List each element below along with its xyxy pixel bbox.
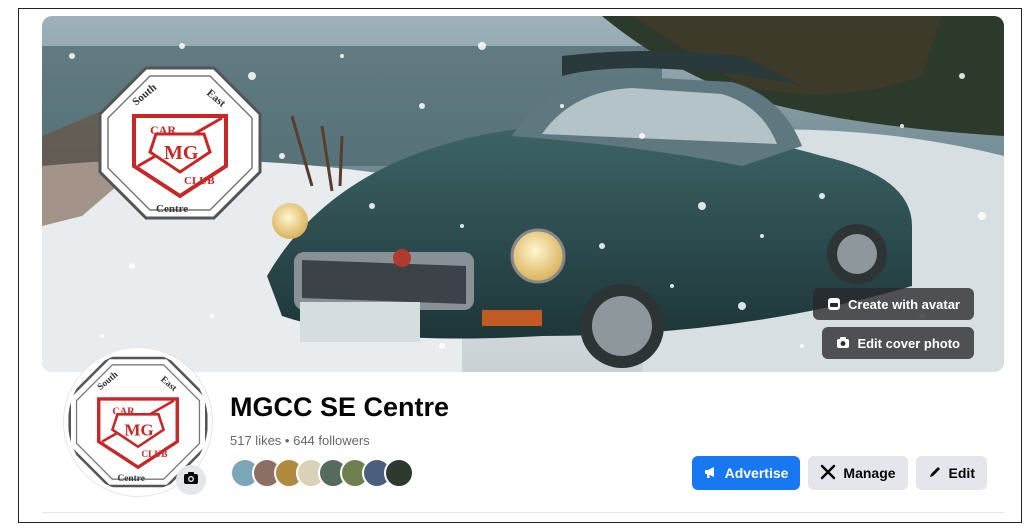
edit-button[interactable]: Edit [915,456,987,490]
create-with-avatar-button[interactable]: Create with avatar [813,288,974,320]
svg-text:MG: MG [164,142,199,164]
edit-cover-photo-label: Edit cover photo [857,335,960,351]
advertise-button[interactable]: Advertise [691,456,801,490]
svg-text:CLUB: CLUB [184,175,215,187]
megaphone-icon [704,465,718,482]
cover-logo: South East CAR MG CLUB Centre [98,66,262,220]
page-title: MGCC SE Centre [230,392,450,422]
update-profile-picture-button[interactable] [176,465,206,495]
camera-icon [836,336,850,350]
edit-cover-photo-button[interactable]: Edit cover photo [822,327,974,359]
svg-text:MG: MG [124,421,153,440]
follower-avatar[interactable] [384,458,414,488]
manage-button[interactable]: Manage [808,456,908,490]
svg-text:CLUB: CLUB [141,450,167,460]
page-actions: Advertise Manage Edit [691,456,987,490]
manage-label: Manage [843,465,896,481]
create-with-avatar-label: Create with avatar [848,296,960,312]
pencil-icon [928,465,942,482]
edit-label: Edit [948,465,975,481]
advertise-label: Advertise [724,465,789,481]
likes-followers-count[interactable]: 517 likes • 644 followers [230,433,370,448]
camera-icon [183,470,199,491]
follower-avatars[interactable] [230,458,414,488]
cover-photo[interactable]: South East CAR MG CLUB Centre Create wit… [42,16,1004,372]
avatar-icon [827,297,841,311]
manage-icon [820,464,836,483]
svg-text:Centre: Centre [118,474,145,484]
svg-text:Centre: Centre [156,203,188,215]
